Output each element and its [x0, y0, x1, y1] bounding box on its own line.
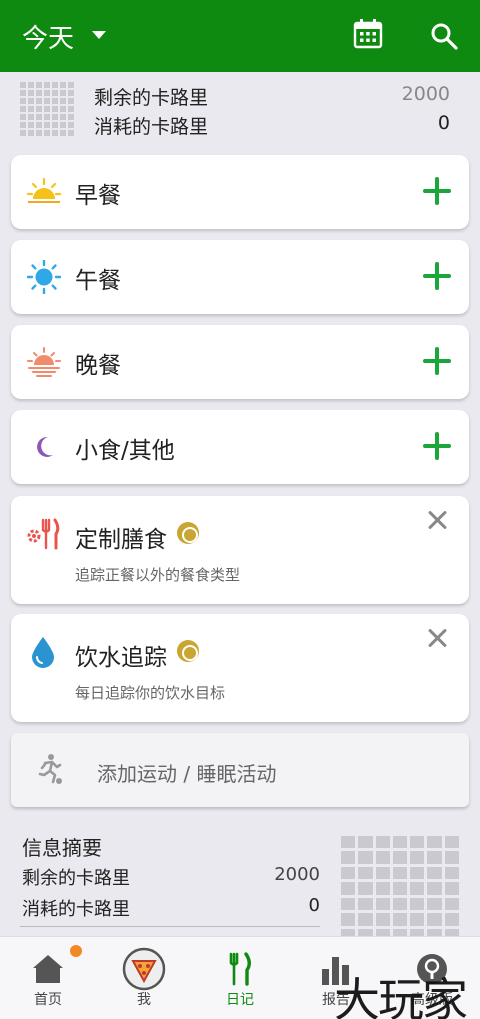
calorie-summary: 剩余的卡路里 2000 消耗的卡路里 0: [0, 72, 480, 142]
meal-name: 晚餐: [75, 353, 121, 379]
water-tracking-card[interactable]: 饮水追踪 每日追踪你的饮水目标: [11, 614, 469, 722]
tab-label: 首页: [34, 992, 62, 1008]
add-icon[interactable]: [423, 347, 451, 375]
add-icon[interactable]: [423, 432, 451, 460]
sun-icon: [27, 260, 61, 294]
running-icon: [38, 754, 62, 784]
custom-meals-card[interactable]: 定制膳食 追踪正餐以外的餐食类型: [11, 496, 469, 604]
meal-card-dinner[interactable]: 晚餐: [11, 325, 469, 399]
tab-home[interactable]: 首页: [0, 937, 96, 1019]
search-icon[interactable]: [430, 22, 458, 50]
consumed-calories-label: 消耗的卡路里: [94, 116, 209, 138]
close-icon[interactable]: [427, 628, 447, 648]
meal-name: 午餐: [75, 268, 121, 294]
premium-icon: [177, 522, 199, 544]
info-summary: 信息摘要 剩余的卡路里 2000 消耗的卡路里 0: [0, 826, 480, 941]
moon-icon: [37, 436, 53, 457]
tab-label: 日记: [226, 992, 254, 1008]
chevron-down-icon[interactable]: [92, 31, 106, 39]
tab-label: 我: [137, 992, 151, 1008]
consumed-calories-value: 0: [308, 895, 320, 916]
add-exercise-button[interactable]: 添加运动 / 睡眠活动: [11, 733, 469, 807]
add-icon[interactable]: [423, 262, 451, 290]
water-drop-icon: [32, 637, 54, 668]
calorie-grid-icon: [341, 836, 459, 941]
date-selector-label[interactable]: 今天: [22, 18, 74, 55]
meal-card-breakfast[interactable]: 早餐: [11, 155, 469, 229]
consumed-calories-label: 消耗的卡路里: [22, 899, 130, 920]
premium-icon: [177, 640, 199, 662]
sunset-icon: [27, 347, 61, 377]
sunrise-icon: [27, 177, 61, 203]
add-icon[interactable]: [423, 177, 451, 205]
divider: [20, 926, 320, 927]
feature-description: 每日追踪你的饮水目标: [75, 684, 226, 702]
remaining-calories-label: 剩余的卡路里: [22, 868, 130, 889]
home-icon: [33, 955, 63, 983]
close-icon[interactable]: [427, 510, 447, 530]
custom-meal-icon: [27, 518, 60, 550]
meal-card-lunch[interactable]: 午餐: [11, 240, 469, 314]
profile-pizza-icon: [122, 947, 166, 991]
info-summary-title: 信息摘要: [22, 836, 102, 860]
feature-title: 饮水追踪: [75, 645, 167, 671]
tab-diary[interactable]: 日记: [192, 937, 288, 1019]
fork-knife-icon: [229, 952, 251, 986]
remaining-calories-value: 2000: [401, 83, 450, 105]
meal-card-snacks[interactable]: 小食/其他: [11, 410, 469, 484]
calendar-icon[interactable]: [353, 19, 383, 49]
calorie-grid-icon: [20, 82, 74, 136]
watermark: 大玩家: [334, 973, 468, 1019]
notification-dot: [70, 945, 82, 957]
feature-title: 定制膳食: [75, 527, 167, 553]
tab-me[interactable]: 我: [96, 937, 192, 1019]
meal-name: 小食/其他: [75, 438, 175, 464]
app-header: 今天: [0, 0, 480, 72]
add-exercise-label: 添加运动 / 睡眠活动: [97, 762, 277, 786]
feature-description: 追踪正餐以外的餐食类型: [75, 566, 241, 584]
remaining-calories-value: 2000: [274, 864, 320, 885]
remaining-calories-label: 剩余的卡路里: [94, 87, 209, 109]
consumed-calories-value: 0: [437, 112, 450, 134]
meal-name: 早餐: [75, 183, 121, 209]
